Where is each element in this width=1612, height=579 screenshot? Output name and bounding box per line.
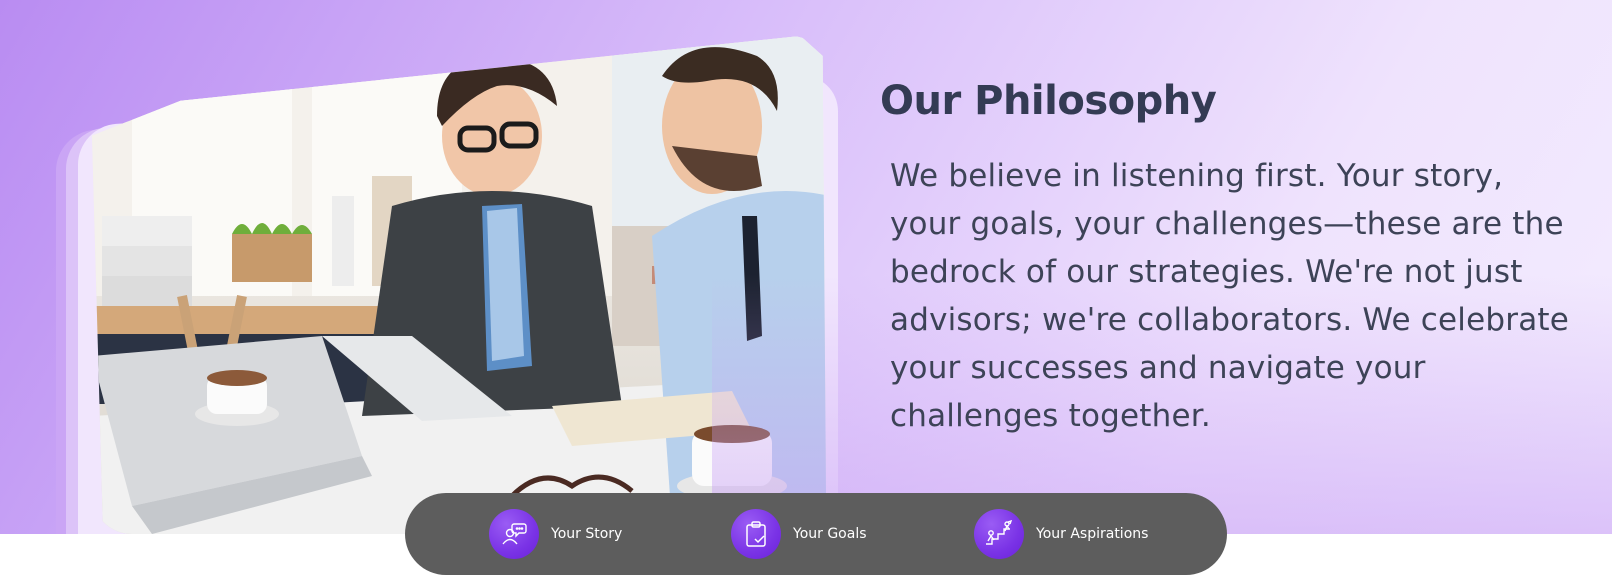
pill-item-your-goals[interactable]: Your Goals [731,509,867,559]
feature-pill-nav: Your Story Your Goals Your Aspirations [405,493,1227,575]
philosophy-text-block: Our Philosophy We believe in listening f… [880,78,1580,440]
pill-item-your-aspirations[interactable]: Your Aspirations [974,509,1148,559]
consultation-photo [92,36,827,534]
section-title: Our Philosophy [880,78,1217,124]
hero-section: Our Philosophy We believe in listening f… [0,0,1612,534]
people-chat-icon [489,509,539,559]
pill-item-your-story[interactable]: Your Story [489,509,622,559]
pill-item-label: Your Story [551,526,623,542]
pill-item-label: Your Goals [793,526,867,542]
consultation-illustration [92,36,827,534]
clipboard-check-icon [731,509,781,559]
growth-steps-icon [974,509,1024,559]
pill-item-label: Your Aspirations [1036,526,1149,542]
philosophy-paragraph: We believe in listening first. Your stor… [890,158,1570,434]
